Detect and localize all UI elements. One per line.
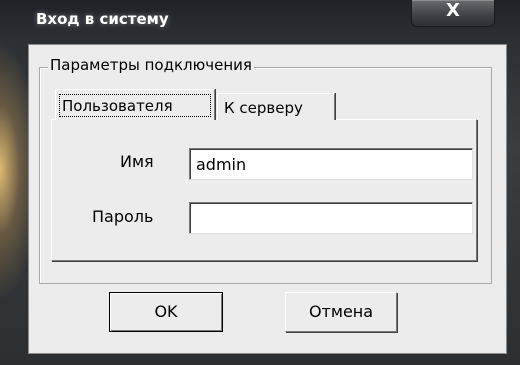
ok-button[interactable]: OK: [109, 292, 223, 332]
password-label: Пароль: [92, 207, 154, 226]
cancel-button[interactable]: Отмена: [285, 292, 397, 332]
close-icon: X: [446, 0, 460, 21]
tab-users[interactable]: Пользователя: [55, 89, 215, 120]
window-title: Вход в систему: [36, 10, 169, 28]
username-label: Имя: [120, 152, 154, 171]
tab-panel-users: Имя Пароль: [51, 119, 477, 261]
tab-server[interactable]: К серверу: [217, 93, 335, 120]
window-frame: Вход в систему X Параметры подключения И…: [0, 0, 520, 365]
password-input[interactable]: [189, 202, 473, 234]
close-button[interactable]: X: [411, 0, 495, 27]
title-bar[interactable]: Вход в систему X: [0, 0, 520, 46]
dialog-client-area: Параметры подключения Имя Пароль Пользов…: [28, 44, 507, 354]
username-input[interactable]: [189, 148, 473, 180]
tab-server-label: К серверу: [224, 99, 303, 117]
group-legend: Параметры подключения: [48, 56, 254, 74]
tab-users-label: Пользователя: [62, 97, 173, 115]
